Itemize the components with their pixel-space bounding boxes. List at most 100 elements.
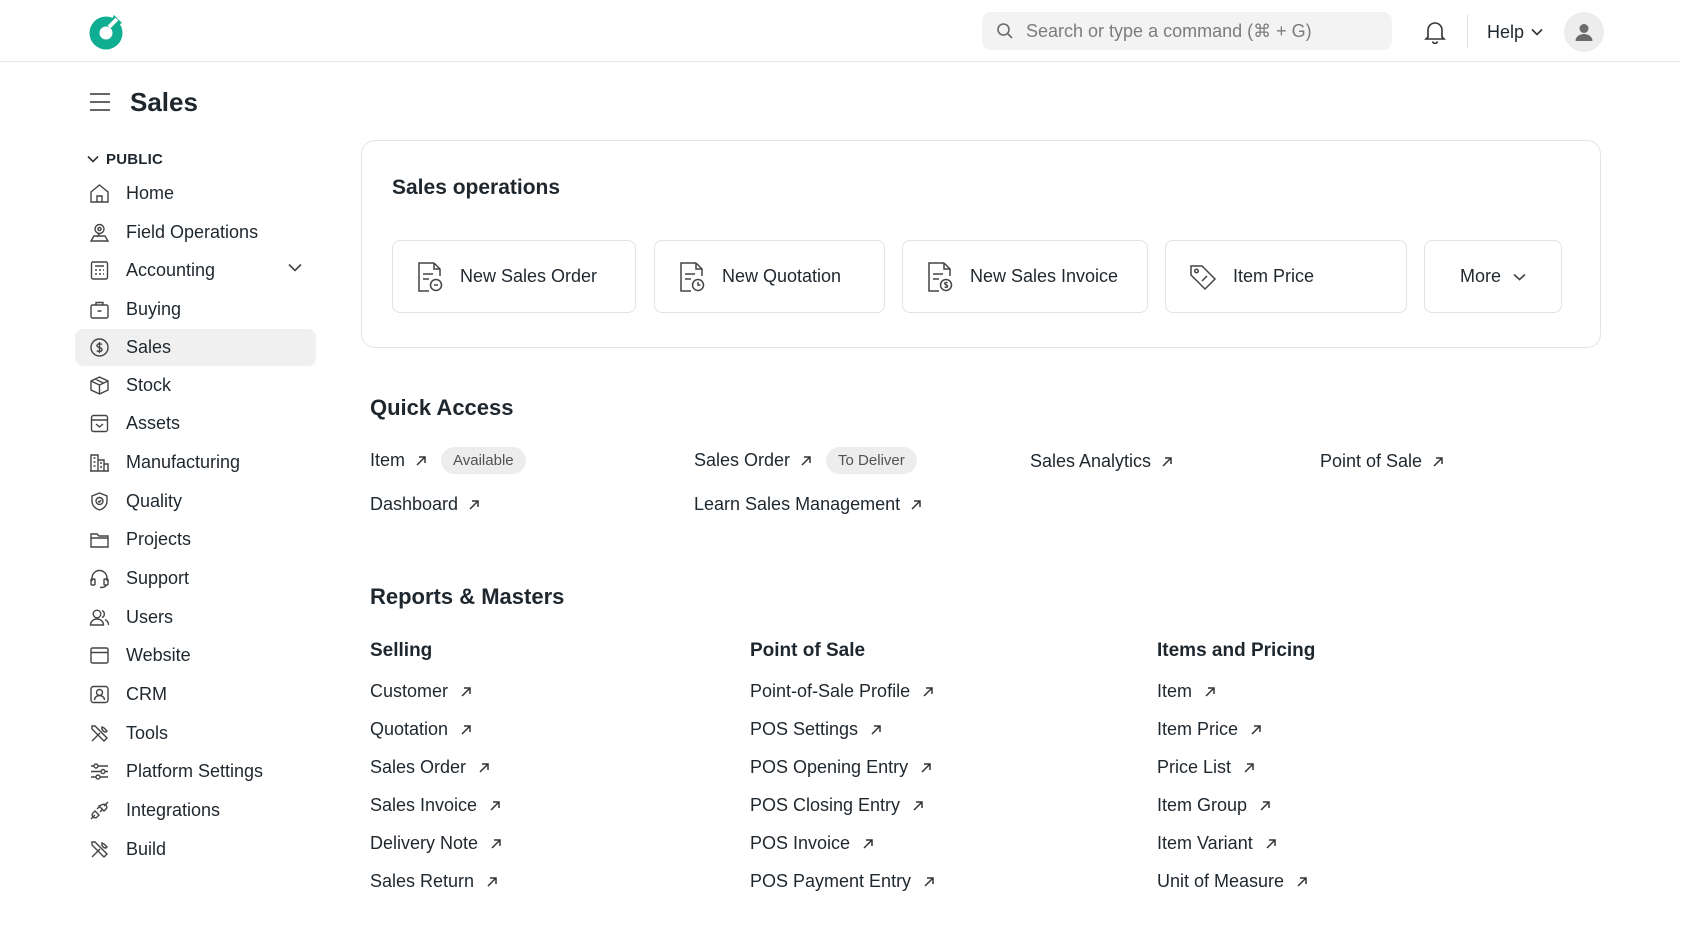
report-link-label: Item	[1157, 681, 1193, 701]
arrow-up-right-icon	[469, 499, 479, 510]
avatar[interactable]	[1564, 12, 1604, 52]
sidebar-item-projects[interactable]: Projects	[75, 521, 316, 560]
quick-link-item[interactable]: Item Available	[370, 447, 526, 474]
sidebar-item-field-operations[interactable]: Field Operations	[75, 213, 316, 252]
report-link-pos-closing-entry[interactable]: POS Closing Entry	[750, 795, 924, 816]
report-link-delivery-note[interactable]: Delivery Note	[370, 833, 502, 854]
chevron-down-icon	[1513, 273, 1526, 281]
report-link-customer[interactable]: Customer	[370, 681, 472, 702]
status-badge: Available	[441, 447, 526, 474]
sidebar-item-buying[interactable]: Buying	[75, 290, 316, 329]
report-link-price-list[interactable]: Price List	[1157, 757, 1255, 778]
report-link-pos-settings[interactable]: POS Settings	[750, 719, 882, 740]
report-link-label: Sales Return	[370, 871, 475, 891]
sidebar-item-support[interactable]: Support	[75, 559, 316, 598]
arrow-up-right-icon	[1260, 800, 1270, 811]
more-operations-button[interactable]: More	[1424, 240, 1562, 313]
quick-link-sales-analytics[interactable]: Sales Analytics	[1030, 451, 1173, 472]
help-menu-button[interactable]: Help	[1487, 20, 1543, 44]
report-link-pos-payment-entry[interactable]: POS Payment Entry	[750, 871, 935, 892]
sidebar-item-quality[interactable]: Quality	[75, 482, 316, 521]
arrow-up-right-icon	[416, 455, 426, 466]
new-sales-order-button[interactable]: New Sales Order	[392, 240, 636, 313]
sidebar-item-sales[interactable]: Sales	[75, 328, 316, 366]
report-link-item-price[interactable]: Item Price	[1157, 719, 1262, 740]
sidebar-item-label: Manufacturing	[126, 451, 241, 472]
report-link-label: Sales Invoice	[370, 795, 478, 815]
op-button-label: New Sales Order	[460, 266, 598, 286]
quick-link-sales-order[interactable]: Sales Order To Deliver	[694, 447, 917, 474]
reports-masters-title: Reports & Masters	[370, 584, 565, 609]
sidebar-item-tools[interactable]: Tools	[75, 714, 316, 753]
chevron-down-icon[interactable]	[288, 263, 302, 273]
report-link-label: POS Closing Entry	[750, 795, 901, 815]
search-input[interactable]	[1026, 12, 1376, 50]
stock-icon	[88, 374, 110, 396]
quick-link-label: Item	[370, 450, 406, 470]
sidebar-item-crm[interactable]: CRM	[75, 675, 316, 714]
bell-icon[interactable]	[1424, 20, 1446, 44]
arrow-up-right-icon	[479, 762, 489, 773]
sidebar-item-users[interactable]: Users	[75, 598, 316, 637]
new-sales-invoice-button[interactable]: New Sales Invoice	[902, 240, 1148, 313]
user-icon	[1575, 24, 1593, 41]
assets-icon	[88, 413, 110, 435]
sidebar-item-integrations[interactable]: Integrations	[75, 791, 316, 830]
new-quotation-button[interactable]: New Quotation	[654, 240, 885, 313]
report-link-pos-profile[interactable]: Point-of-Sale Profile	[750, 681, 934, 702]
sidebar-item-build[interactable]: Build	[75, 830, 316, 869]
arrow-up-right-icon	[491, 838, 501, 849]
sales-order-doc-icon	[418, 261, 443, 292]
report-link-sales-invoice[interactable]: Sales Invoice	[370, 795, 501, 816]
report-link-label: Item Variant	[1157, 833, 1253, 853]
item-price-button[interactable]: Item Price	[1165, 240, 1407, 313]
field-operations-icon	[88, 221, 110, 243]
report-link-pos-invoice[interactable]: POS Invoice	[750, 833, 874, 854]
sidebar-item-stock[interactable]: Stock	[75, 366, 316, 405]
report-link-pos-opening-entry[interactable]: POS Opening Entry	[750, 757, 932, 778]
report-link-unit-of-measure[interactable]: Unit of Measure	[1157, 871, 1308, 892]
arrow-up-right-icon	[924, 876, 934, 887]
report-link-item-variant[interactable]: Item Variant	[1157, 833, 1277, 854]
report-link-label: Unit of Measure	[1157, 871, 1285, 891]
page-title: Sales	[130, 86, 198, 117]
quick-link-label: Sales Analytics	[1030, 451, 1152, 471]
users-icon	[88, 606, 110, 628]
sidebar-item-assets[interactable]: Assets	[75, 404, 316, 443]
app-logo[interactable]	[87, 13, 125, 51]
hamburger-menu-icon[interactable]	[88, 92, 112, 112]
quick-link-point-of-sale[interactable]: Point of Sale	[1320, 451, 1444, 472]
tools-icon	[88, 722, 110, 744]
report-link-sales-return[interactable]: Sales Return	[370, 871, 498, 892]
sidebar-item-home[interactable]: Home	[75, 174, 316, 213]
sidebar-item-platform-settings[interactable]: Platform Settings	[75, 753, 316, 792]
search-icon	[997, 23, 1013, 39]
report-link-item-group[interactable]: Item Group	[1157, 795, 1271, 816]
sidebar-item-label: Stock	[126, 374, 172, 395]
price-tag-icon	[1190, 264, 1217, 290]
reports-column-title-point-of-sale: Point of Sale	[750, 640, 866, 661]
quick-link-dashboard[interactable]: Dashboard	[370, 494, 480, 515]
sidebar-item-manufacturing[interactable]: Manufacturing	[75, 443, 316, 482]
report-link-item[interactable]: Item	[1157, 681, 1216, 702]
report-link-label: POS Invoice	[750, 833, 851, 853]
arrow-up-right-icon	[461, 724, 471, 735]
integrations-icon	[88, 800, 110, 822]
report-link-quotation[interactable]: Quotation	[370, 719, 472, 740]
top-bar: Help	[0, 0, 1681, 62]
topbar-divider	[1467, 14, 1468, 48]
sidebar-section-public[interactable]: PUBLIC	[75, 148, 316, 170]
invoice-doc-icon	[928, 261, 953, 292]
report-link-sales-order[interactable]: Sales Order	[370, 757, 490, 778]
quick-link-learn-sales-management[interactable]: Learn Sales Management	[694, 494, 922, 515]
sidebar-item-label: Website	[126, 645, 191, 666]
website-icon	[88, 645, 110, 667]
arrow-up-right-icon	[921, 762, 931, 773]
sidebar-item-accounting[interactable]: Accounting	[75, 251, 316, 290]
chevron-down-icon	[87, 155, 99, 163]
reports-column-title-items-and-pricing: Items and Pricing	[1157, 640, 1316, 661]
sidebar-item-label: Tools	[126, 722, 169, 743]
sidebar-item-website[interactable]: Website	[75, 637, 316, 676]
search-bar[interactable]	[982, 12, 1392, 50]
report-link-label: POS Payment Entry	[750, 871, 912, 891]
